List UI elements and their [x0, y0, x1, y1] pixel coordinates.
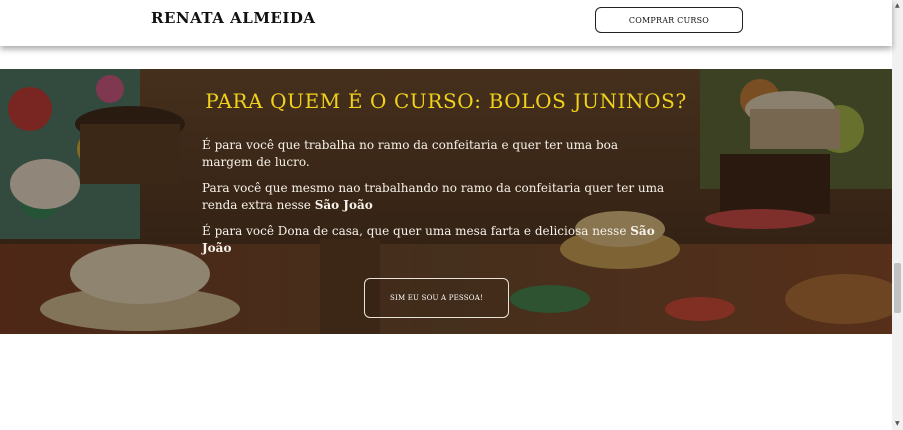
header-spacer	[0, 46, 892, 69]
brand-logo[interactable]: RENATA ALMEIDA	[151, 9, 316, 27]
section-title: PARA QUEM É O CURSO: BOLOS JUNINOS?	[205, 89, 687, 113]
audience-paragraph-1: É para você que trabalha no ramo da conf…	[202, 137, 672, 171]
audience-paragraph-2: Para você que mesmo nao trabalhando no r…	[202, 180, 672, 214]
triangle-down-icon[interactable]: ▼	[895, 420, 900, 427]
paragraph-text: Para você que mesmo nao trabalhando no r…	[202, 181, 665, 212]
triangle-up-icon[interactable]: ▲	[895, 2, 900, 9]
paragraph-text: É para você Dona de casa, que quer uma m…	[202, 224, 631, 238]
page-scrollbar[interactable]	[892, 0, 903, 430]
site-header: RENATA ALMEIDA COMPRAR CURSO	[0, 0, 892, 46]
scrollbar-thumb[interactable]	[894, 263, 901, 313]
paragraph-bold-text: São João	[314, 198, 373, 212]
target-audience-section: PARA QUEM É O CURSO: BOLOS JUNINOS? É pa…	[0, 69, 892, 334]
page: RENATA ALMEIDA COMPRAR CURSO PARA QUEM É…	[0, 0, 892, 430]
audience-paragraph-3: É para você Dona de casa, que quer uma m…	[202, 223, 672, 257]
buy-course-button[interactable]: COMPRAR CURSO	[595, 7, 743, 33]
im-the-person-button[interactable]: SIM EU SOU A PESSOA!	[364, 278, 509, 318]
paragraph-text: É para você que trabalha no ramo da conf…	[202, 138, 619, 169]
